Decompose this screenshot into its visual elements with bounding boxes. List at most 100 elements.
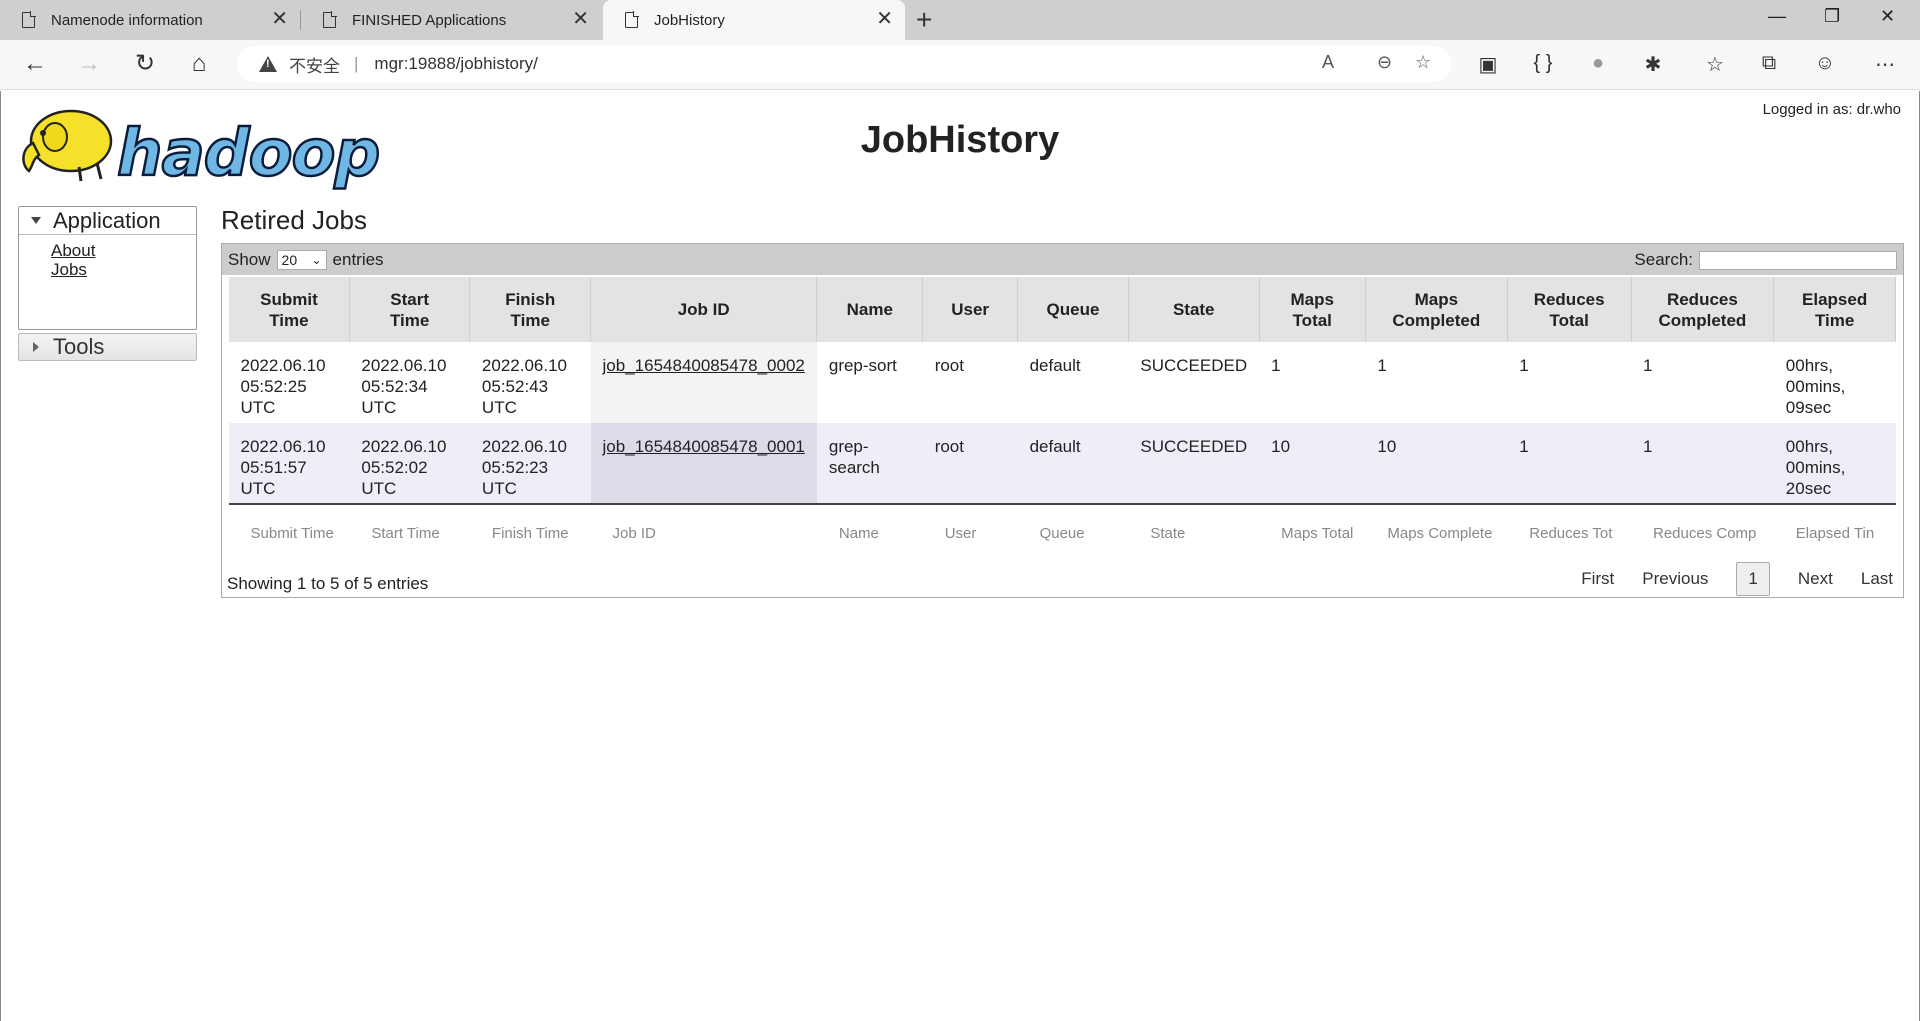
collections-icon[interactable]: ⧉ <box>1756 52 1782 75</box>
cell-user: root <box>922 423 1018 505</box>
column-filter-input[interactable]: Job ID <box>590 504 817 544</box>
tab-namenode-information[interactable]: Namenode information ✕ <box>0 0 300 40</box>
cell-finish: 2022.06.10 05:52:23 UTC <box>469 423 591 505</box>
column-header-text: User <box>951 300 990 319</box>
reload-icon[interactable]: ↻ <box>130 50 160 78</box>
column-header[interactable]: Submit Time <box>228 277 350 342</box>
filter-row: Submit Time Start Time Finish Time Job ID Na… <box>228 504 1896 544</box>
column-filter-input[interactable]: Queue <box>1017 504 1129 544</box>
column-filter-input[interactable]: Finish Time <box>469 504 591 544</box>
cell-text: 2022.06.10 <box>481 356 568 375</box>
sidebar-link-jobs[interactable]: Jobs <box>51 260 196 279</box>
expanded-triangle-icon <box>31 217 41 224</box>
address-field[interactable]: 不安全 | mgr:19888/jobhistory/ A ⊖ ☆ <box>237 46 1452 82</box>
cell-start: 2022.06.10 05:52:34 UTC <box>349 342 470 423</box>
cell-maps-completed: 1 <box>1365 342 1508 423</box>
cell-elapsed: 00hrs, 00mins, 09sec <box>1773 342 1896 423</box>
column-header[interactable]: State <box>1127 277 1260 342</box>
cell-maps-completed: 10 <box>1365 423 1508 505</box>
extension-icon[interactable]: ▣ <box>1475 52 1501 77</box>
extensions-puzzle-icon[interactable]: ✱ <box>1640 52 1666 77</box>
forward-icon[interactable]: → <box>74 50 104 78</box>
job-id-link[interactable]: job_1654840085478_0002 <box>603 356 805 375</box>
column-header[interactable]: User <box>922 277 1019 342</box>
sidebar-application-header[interactable]: Application <box>19 207 196 235</box>
sidebar-tools-header[interactable]: Tools <box>18 333 197 361</box>
restore-icon[interactable]: ❐ <box>1824 6 1840 27</box>
column-header-text: Maps <box>1414 289 1459 309</box>
column-header[interactable]: Finish Time <box>469 277 592 342</box>
avatar[interactable]: ☺ <box>1812 52 1838 75</box>
column-filter-input[interactable]: Maps Complete <box>1365 504 1508 544</box>
cell-text: UTC <box>240 479 276 498</box>
last-page-button[interactable]: Last <box>1861 569 1893 589</box>
minimize-icon[interactable]: — <box>1768 6 1786 27</box>
home-icon[interactable]: ⌂ <box>184 50 214 78</box>
back-icon[interactable]: ← <box>20 50 50 78</box>
job-id-link[interactable]: job_1654840085478_0001 <box>603 437 805 456</box>
column-filter-input[interactable]: Reduces Comp <box>1631 504 1774 544</box>
cell-reduces-total: 1 <box>1507 342 1631 423</box>
cell-name: grep-sort <box>816 342 923 423</box>
pagination: First Previous 1 Next Last <box>1553 562 1893 596</box>
search-label: Search: <box>1634 250 1693 269</box>
column-filter-input[interactable]: Name <box>816 504 923 544</box>
column-header[interactable]: Maps Total <box>1258 277 1366 342</box>
close-window-icon[interactable]: ✕ <box>1880 6 1895 27</box>
column-header[interactable]: Name <box>816 277 924 342</box>
tab-jobhistory[interactable]: JobHistory ✕ <box>603 0 905 40</box>
cell-text: 00hrs, <box>1785 356 1834 375</box>
column-header-text: Time <box>389 310 430 330</box>
logged-in-label: Logged in as: dr.who <box>1762 101 1901 118</box>
column-header[interactable]: Job ID <box>590 277 818 342</box>
column-header[interactable]: Start Time <box>348 277 471 342</box>
cell-text: 09sec <box>1785 398 1832 417</box>
column-filter-input[interactable]: Reduces Tot <box>1507 504 1631 544</box>
cell-job-id: job_1654840085478_0002 <box>590 342 817 423</box>
page-length-value: 20 <box>281 252 298 268</box>
cell-text: 2022.06.10 <box>240 356 326 375</box>
tab-finished-applications[interactable]: FINISHED Applications ✕ <box>301 0 601 40</box>
column-header[interactable]: Maps Completed <box>1364 277 1508 342</box>
column-filter-input[interactable]: Submit Time <box>228 504 350 544</box>
column-filter-input[interactable]: Start Time <box>349 504 470 544</box>
showing-info: Showing 1 to 5 of 5 entries <box>227 574 429 593</box>
cell-reduces-completed: 1 <box>1631 342 1774 423</box>
column-header[interactable]: Queue <box>1017 277 1129 342</box>
more-menu-icon[interactable]: ⋯ <box>1872 52 1898 77</box>
cell-name: grep-search <box>816 423 923 505</box>
column-filter-input[interactable]: Maps Total <box>1259 504 1366 544</box>
column-filter-input[interactable]: State <box>1128 504 1260 544</box>
close-tab-icon[interactable]: ✕ <box>271 9 288 29</box>
cell-reduces-total: 1 <box>1507 423 1631 505</box>
column-filter-input[interactable]: Elapsed Tin <box>1773 504 1896 544</box>
cell-text: 05:52:43 <box>481 377 549 396</box>
cell-text: 05:52:23 <box>481 458 549 477</box>
previous-page-button[interactable]: Previous <box>1642 569 1708 589</box>
column-filter-input[interactable]: User <box>922 504 1018 544</box>
first-page-button[interactable]: First <box>1581 569 1614 589</box>
url-text: mgr:19888/jobhistory/ <box>374 54 538 73</box>
column-header[interactable]: Reduces Completed <box>1630 277 1775 342</box>
column-header-text: State <box>1172 300 1215 319</box>
sidebar-link-about[interactable]: About <box>51 241 196 260</box>
tab-title: Namenode information <box>51 11 203 29</box>
page-length-select[interactable]: 20 ⌄ <box>276 250 327 270</box>
read-aloud-icon[interactable]: A <box>1322 52 1334 73</box>
column-header[interactable]: Reduces Total <box>1506 277 1632 342</box>
current-page-button[interactable]: 1 <box>1736 562 1770 596</box>
json-extension-icon[interactable]: { } <box>1530 52 1556 75</box>
cell-submit: 2022.06.10 05:52:25 UTC <box>228 342 350 423</box>
profile-extension-icon[interactable]: ● <box>1585 52 1611 75</box>
zoom-out-icon[interactable]: ⊖ <box>1377 52 1392 73</box>
next-page-button[interactable]: Next <box>1798 569 1833 589</box>
jobs-table: Submit Time Start Time Finish Time Job ID Name U… <box>228 277 1896 544</box>
add-favorite-icon[interactable]: ☆ <box>1415 52 1431 73</box>
close-tab-icon[interactable]: ✕ <box>876 9 893 29</box>
new-tab-icon[interactable]: + <box>916 4 932 36</box>
favorites-icon[interactable]: ☆ <box>1702 52 1728 77</box>
close-tab-icon[interactable]: ✕ <box>572 9 589 29</box>
column-header[interactable]: Elapsed Time <box>1773 277 1896 342</box>
sidebar-tools-label: Tools <box>53 334 105 359</box>
search-input[interactable] <box>1699 250 1897 270</box>
